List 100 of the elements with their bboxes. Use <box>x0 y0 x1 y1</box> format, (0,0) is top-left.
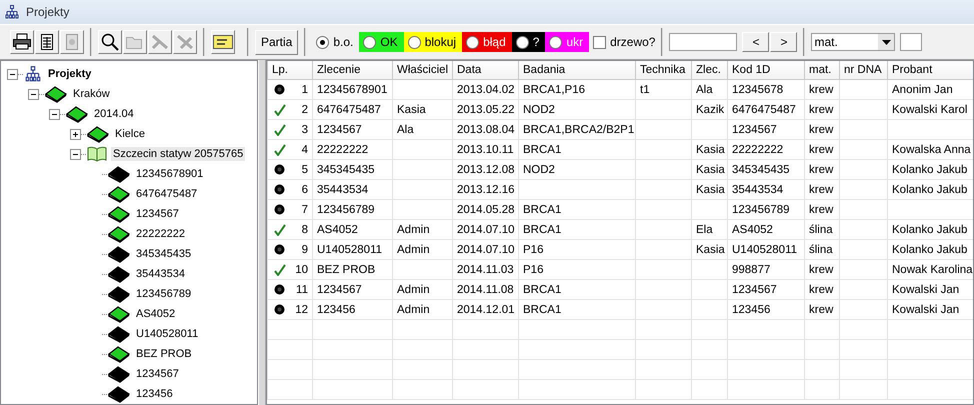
column-header[interactable]: mat. <box>804 61 840 80</box>
tree-item[interactable]: 123456789 <box>134 287 194 301</box>
column-header[interactable]: Badania <box>518 61 636 80</box>
table-cell: 2014.05.28 <box>457 204 515 216</box>
dot-icon <box>274 284 285 295</box>
table-cell: Kasia <box>696 184 725 196</box>
table-cell: 1234567 <box>732 284 777 296</box>
column-header[interactable]: Kod 1D <box>728 61 804 80</box>
table-cell: BRCA1 <box>523 204 562 216</box>
spreadsheet-button[interactable] <box>35 30 59 54</box>
search-button[interactable] <box>98 30 122 54</box>
tree-item[interactable]: 6476475487 <box>134 187 200 201</box>
table-cell: Admin <box>397 224 430 236</box>
tree-item[interactable]: 12345678901 <box>134 167 206 181</box>
dot-icon <box>274 164 285 175</box>
next-button[interactable]: > <box>770 32 798 52</box>
column-header[interactable]: Lp. <box>268 61 312 80</box>
tool-button[interactable] <box>148 30 172 54</box>
table-cell: Ala <box>397 124 414 136</box>
column-header[interactable]: Właściciel <box>392 61 452 80</box>
search-icon <box>100 32 120 52</box>
table-cell: Kasia <box>696 144 725 156</box>
previous-button[interactable]: < <box>742 32 770 52</box>
open-folder-button[interactable] <box>123 30 147 54</box>
expander-icon[interactable] <box>7 68 18 80</box>
table-cell: 1234567 <box>317 124 362 136</box>
material-select[interactable]: mat. <box>811 33 896 51</box>
table-cell: t1 <box>640 84 650 96</box>
table-cell: 2013.10.11 <box>457 144 514 156</box>
table-cell: 8 <box>302 224 308 236</box>
table-cell: krew <box>809 264 834 276</box>
table-cell: BRCA1 <box>523 284 562 296</box>
table-cell: 11 <box>296 284 308 296</box>
table-cell: Kolanko Jakub <box>892 224 968 236</box>
tree-item[interactable]: Kraków <box>71 87 112 101</box>
table-cell: 1234567 <box>732 124 777 136</box>
tree-item[interactable]: 123456 <box>134 387 175 401</box>
input-field[interactable] <box>900 33 922 51</box>
tree-item[interactable]: 35443534 <box>134 267 187 281</box>
window-title: Projekty <box>26 5 70 19</box>
table-cell: BRCA1 <box>523 144 562 156</box>
tree-item[interactable]: Kielce <box>113 127 147 141</box>
column-header[interactable]: Technika <box>636 61 692 80</box>
table-cell: 6476475487 <box>317 104 381 116</box>
table-cell: Kowalski Jan <box>892 304 960 316</box>
partia-button[interactable]: Partia <box>255 30 298 54</box>
status-radio[interactable]: OK <box>359 32 404 52</box>
table-cell: 5 <box>302 164 308 176</box>
tree-item[interactable]: 1234567 <box>134 207 181 221</box>
table-cell: U140528011 <box>732 244 798 256</box>
table-cell: 345345435 <box>732 164 790 176</box>
tree-item[interactable]: Projekty <box>46 67 94 81</box>
table-cell: 12345678 <box>732 84 784 96</box>
tree-item[interactable]: 22222222 <box>134 227 187 241</box>
expander-icon[interactable] <box>70 128 81 140</box>
status-radio[interactable]: b.o. <box>312 32 360 52</box>
dot-icon <box>274 304 285 315</box>
expander-icon[interactable] <box>28 88 39 100</box>
tree-item[interactable]: BEZ PROB <box>134 347 194 361</box>
column-header[interactable]: Data <box>452 61 518 80</box>
table-cell: P16 <box>523 244 544 256</box>
table-cell: Kolanko Jakub <box>892 244 968 256</box>
check-icon <box>274 144 286 156</box>
table-cell: krew <box>809 84 834 96</box>
table-cell: Kasia <box>696 244 725 256</box>
expander-icon[interactable] <box>49 108 60 120</box>
status-radio[interactable]: ? <box>512 32 546 52</box>
expander-icon[interactable] <box>70 148 81 160</box>
tree-item[interactable]: U140528011 <box>134 327 200 341</box>
column-header[interactable]: Zlec. <box>692 61 728 80</box>
column-header[interactable]: nr DNA <box>840 61 888 80</box>
card-button[interactable] <box>211 30 235 54</box>
table-cell: 22222222 <box>732 144 784 156</box>
table-cell: 2013.12.08 <box>457 164 515 176</box>
column-header[interactable]: Zlecenie <box>312 61 392 80</box>
table-cell: U140528011 <box>317 244 382 256</box>
table-cell: 1234567 <box>317 284 362 296</box>
document-button[interactable] <box>60 30 84 54</box>
status-radio[interactable]: błąd <box>462 32 512 52</box>
hierarchy-icon <box>23 65 43 83</box>
table-cell: 12 <box>295 304 308 316</box>
tree-item[interactable]: 1234567 <box>134 367 181 381</box>
table-cell: Kasia <box>696 164 725 176</box>
table-cell: BEZ PROB <box>317 264 376 276</box>
status-radio[interactable]: blokuj <box>404 32 462 52</box>
search-field[interactable] <box>669 33 738 51</box>
print-button[interactable] <box>10 30 34 54</box>
tree-item[interactable]: AS4052 <box>134 307 178 321</box>
table-cell: ślina <box>809 244 833 256</box>
table-cell: BRCA1 <box>523 224 562 236</box>
table-cell: 9 <box>302 244 308 256</box>
tree-item[interactable]: 345345435 <box>134 247 194 261</box>
table-cell: Kowalski Karol <box>892 104 968 116</box>
table-cell: 7 <box>302 204 308 216</box>
tool-button[interactable] <box>173 30 197 54</box>
tree-item[interactable]: 2014.04 <box>92 107 136 121</box>
tree-item[interactable]: Szczecin statyw 20575765 <box>111 147 246 161</box>
column-header[interactable]: Probant <box>888 61 973 80</box>
table-cell: Nowak Karolina <box>892 264 973 276</box>
tree-checkbox[interactable]: drzewo? <box>589 35 656 49</box>
